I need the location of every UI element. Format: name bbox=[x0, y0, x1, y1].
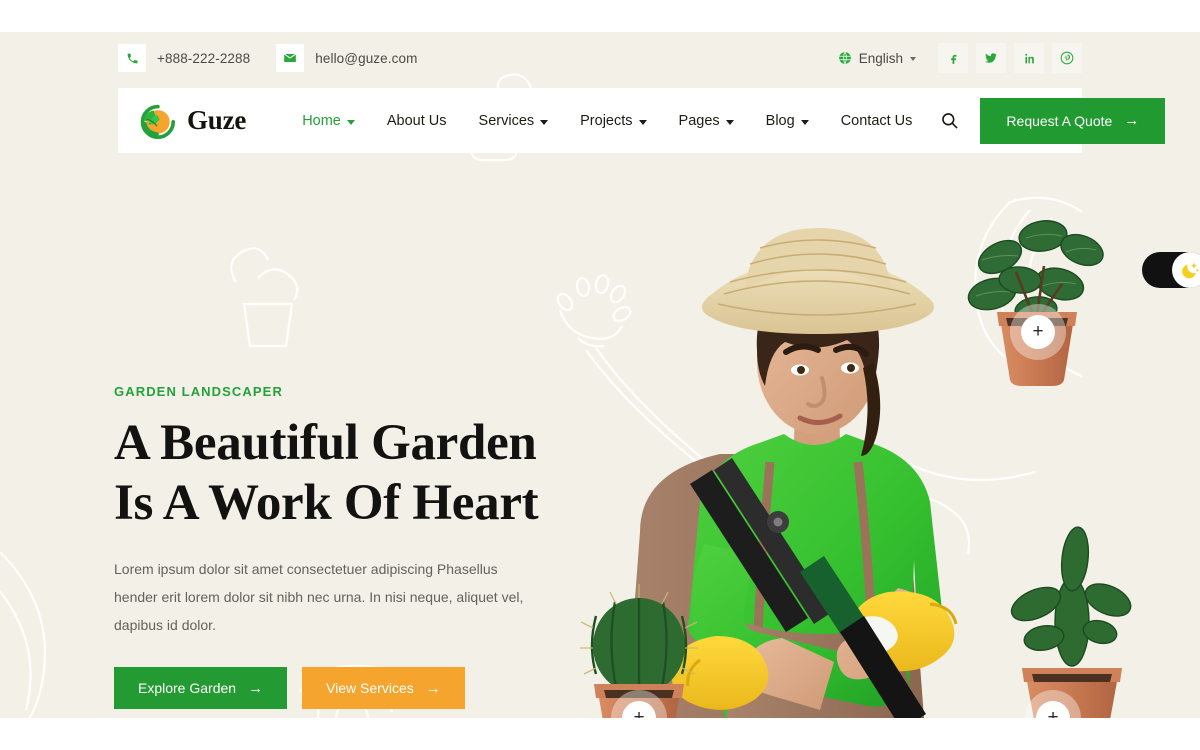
globe-icon bbox=[838, 51, 851, 65]
hero-paragraph: Lorem ipsum dolor sit amet consectetuer … bbox=[114, 561, 524, 634]
hero-button-group: Explore Garden → View Services → bbox=[114, 667, 584, 710]
nav-item-projects[interactable]: Projects bbox=[564, 113, 662, 129]
twitter-icon[interactable] bbox=[976, 43, 1006, 73]
arrow-right-icon: → bbox=[248, 679, 264, 697]
hotspot-barrel-cactus[interactable] bbox=[611, 690, 667, 718]
explore-garden-button[interactable]: Explore Garden → bbox=[114, 667, 288, 710]
peperomia-plant bbox=[967, 220, 1104, 386]
phone-contact[interactable]: +888-222-2288 bbox=[118, 44, 250, 72]
moon-star-icon bbox=[1182, 262, 1199, 279]
arrow-right-icon: → bbox=[1124, 112, 1140, 129]
nav-item-home[interactable]: Home bbox=[286, 113, 371, 129]
nav-label-pages: Pages bbox=[678, 112, 720, 129]
hotspot-prickly-pear-cactus[interactable] bbox=[1025, 690, 1081, 718]
nav-item-blog[interactable]: Blog bbox=[750, 113, 825, 129]
nav-item-about-us[interactable]: About Us bbox=[371, 113, 463, 129]
top-contact-right: English bbox=[838, 43, 1082, 73]
email-address: hello@guze.com bbox=[315, 50, 418, 66]
guze-leaf-logo bbox=[136, 100, 178, 142]
nav-label-contact-us: Contact Us bbox=[840, 112, 913, 129]
chevron-down-icon bbox=[725, 119, 734, 125]
explore-garden-label: Explore Garden bbox=[138, 680, 237, 697]
brand-logo-link[interactable]: Guze bbox=[136, 100, 246, 142]
language-selector[interactable]: English bbox=[838, 51, 916, 66]
chevron-down-icon bbox=[346, 119, 355, 125]
main-navigation: Guze Home About Us Services Projects Pag… bbox=[118, 88, 1166, 153]
view-services-button[interactable]: View Services → bbox=[302, 667, 465, 710]
prickly-pear-cactus bbox=[1010, 526, 1132, 718]
nav-item-services[interactable]: Services bbox=[463, 113, 565, 129]
envelope-icon bbox=[276, 44, 305, 72]
chevron-down-icon bbox=[638, 119, 647, 125]
dark-mode-toggle[interactable] bbox=[1142, 252, 1200, 288]
arrow-right-icon: → bbox=[425, 679, 441, 697]
pinterest-icon[interactable] bbox=[1052, 43, 1082, 73]
nav-label-home: Home bbox=[302, 112, 341, 129]
request-a-quote-label: Request A Quote bbox=[1006, 112, 1113, 129]
linkedin-icon[interactable] bbox=[1014, 43, 1044, 73]
nav-label-projects: Projects bbox=[580, 112, 633, 129]
search-button[interactable] bbox=[928, 100, 970, 142]
page-title: A Beautiful Garden Is A Work Of Heart bbox=[114, 413, 584, 533]
nav-tools: Request A Quote → bbox=[928, 97, 1175, 144]
hero-eyebrow: GARDEN LANDSCAPER bbox=[114, 384, 283, 399]
chevron-down-icon bbox=[910, 57, 916, 61]
nav-menu: Home About Us Services Projects Pages Bl… bbox=[286, 113, 928, 129]
dark-mode-toggle-knob bbox=[1172, 252, 1200, 288]
headline-line-1: A Beautiful Garden bbox=[114, 415, 537, 471]
nav-item-pages[interactable]: Pages bbox=[663, 113, 750, 129]
hero-copy: GARDEN LANDSCAPER A Beautiful Garden Is … bbox=[114, 384, 584, 710]
nav-label-blog: Blog bbox=[765, 112, 795, 129]
chevron-down-icon bbox=[540, 119, 549, 125]
chevron-down-icon bbox=[800, 119, 809, 125]
top-contact-bar: +888-222-2288 hello@guze.com English bbox=[0, 32, 1200, 84]
hedge-shears bbox=[690, 458, 926, 718]
phone-number: +888-222-2288 bbox=[157, 50, 251, 66]
email-contact[interactable]: hello@guze.com bbox=[276, 44, 417, 72]
view-services-label: View Services bbox=[326, 680, 414, 697]
language-label: English bbox=[858, 50, 903, 66]
top-contact-left: +888-222-2288 hello@guze.com bbox=[118, 44, 417, 72]
facebook-icon[interactable] bbox=[938, 43, 968, 73]
nav-item-contact-us[interactable]: Contact Us bbox=[825, 113, 929, 129]
nav-label-about-us: About Us bbox=[386, 112, 447, 129]
request-a-quote-button[interactable]: Request A Quote → bbox=[980, 97, 1166, 144]
search-icon bbox=[942, 113, 958, 129]
nav-label-services: Services bbox=[478, 112, 535, 129]
gardener-figure bbox=[626, 228, 958, 718]
hotspot-peperomia-plant[interactable] bbox=[1010, 304, 1066, 360]
headline-line-2: Is A Work Of Heart bbox=[114, 475, 539, 532]
brand-name: Guze bbox=[187, 105, 247, 135]
phone-icon bbox=[118, 44, 146, 72]
